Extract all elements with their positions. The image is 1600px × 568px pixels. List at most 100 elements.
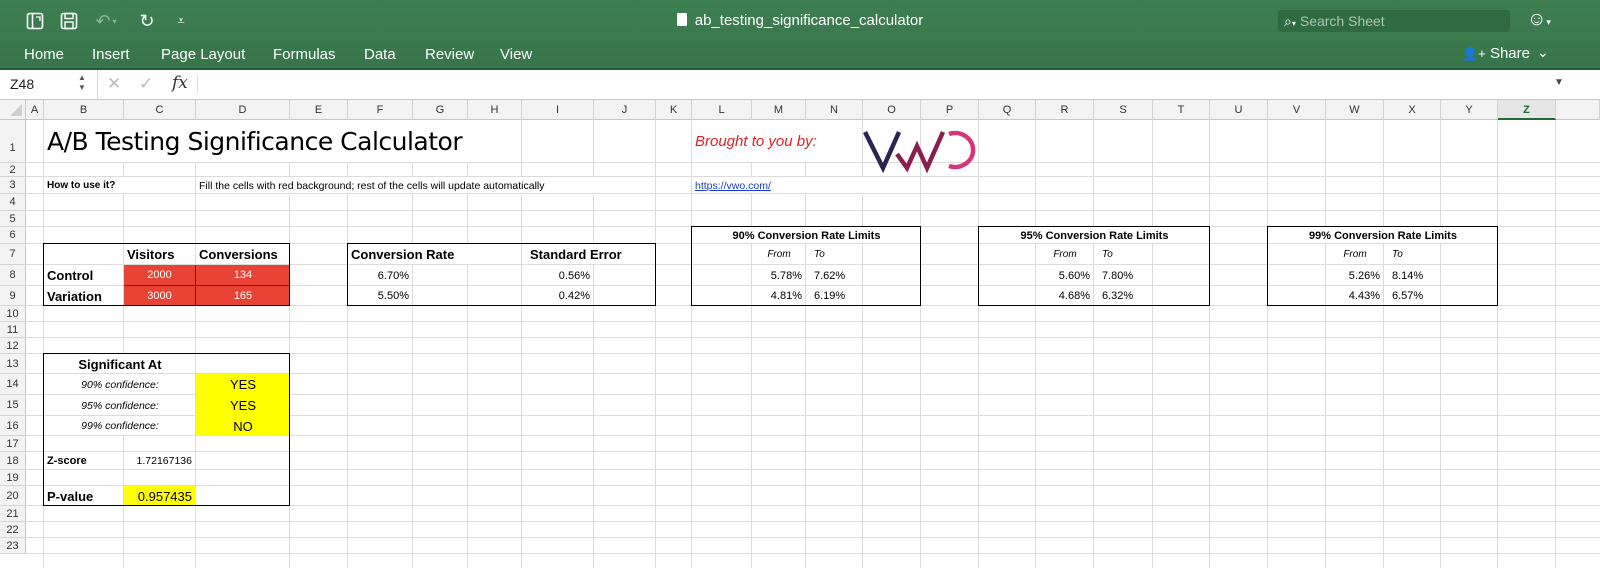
- standard-error-header[interactable]: Standard Error: [522, 244, 656, 265]
- limit-to-value[interactable]: 7.80%: [1094, 265, 1153, 286]
- limit-to-value[interactable]: 6.32%: [1094, 286, 1153, 306]
- input-row-label[interactable]: Variation: [44, 286, 124, 306]
- from-header-text: From: [1053, 249, 1077, 260]
- tab-review[interactable]: Review: [425, 46, 474, 63]
- tab-insert[interactable]: Insert: [92, 46, 130, 63]
- tab-data[interactable]: Data: [364, 46, 396, 63]
- limits-1-title[interactable]: 95% Conversion Rate Limits: [979, 227, 1210, 244]
- how-to-label[interactable]: How to use it?: [44, 177, 196, 194]
- undo-icon[interactable]: ↶ ▾: [91, 10, 121, 32]
- zscore-label[interactable]: Z-score: [44, 452, 124, 470]
- how-to-instructions[interactable]: Fill the cells with red background; rest…: [196, 177, 656, 194]
- to-header[interactable]: To: [1094, 244, 1153, 265]
- confidence-label[interactable]: 90% confidence:: [44, 374, 196, 395]
- limit-from-value[interactable]: 4.43%: [1326, 286, 1384, 306]
- conversion-rate-value[interactable]: 5.50%: [348, 286, 413, 306]
- from-header[interactable]: From: [752, 244, 806, 265]
- tab-page-layout[interactable]: Page Layout: [161, 46, 245, 63]
- visitors-input[interactable]: 3000: [124, 286, 196, 306]
- limit-to-value[interactable]: 6.57%: [1384, 286, 1441, 306]
- name-box[interactable]: Z48: [10, 76, 34, 92]
- pvalue-label[interactable]: P-value: [44, 486, 124, 506]
- search-sheet-input[interactable]: ⌕▾ Search Sheet: [1278, 10, 1510, 32]
- share-label: Share: [1489, 45, 1530, 62]
- standard-error-value[interactable]: 0.42%: [522, 286, 594, 306]
- confidence-result[interactable]: YES: [196, 374, 290, 395]
- limits-0-title[interactable]: 90% Conversion Rate Limits: [692, 227, 921, 244]
- spreadsheet-grid[interactable]: ABCDEFGHIJKLMNOPQRSTUVWXYZ 1 2 3 4 5 6 7 8 9 10 11…: [0, 100, 1600, 568]
- confidence-result-text: YES: [229, 398, 256, 413]
- vwo-logo-icon: [862, 130, 976, 174]
- confidence-label-text: 99% confidence:: [81, 420, 159, 432]
- conversions-input[interactable]: 165: [196, 286, 290, 306]
- limit-from-value[interactable]: 5.26%: [1326, 265, 1384, 286]
- name-box-stepper-icon[interactable]: ▲ ▼: [78, 73, 86, 93]
- limit-to-value-text: 7.80%: [1102, 269, 1134, 282]
- brought-to-you-by[interactable]: Brought to you by:: [692, 120, 863, 163]
- document-title-text: ab_testing_significance_calculator: [694, 12, 924, 29]
- standard-error-value[interactable]: 0.56%: [522, 265, 594, 286]
- formula-input[interactable]: [205, 76, 1545, 94]
- confidence-result[interactable]: NO: [196, 416, 290, 436]
- divider: [97, 70, 98, 99]
- to-header[interactable]: To: [806, 244, 863, 265]
- limit-from-value[interactable]: 4.68%: [1036, 286, 1094, 306]
- pvalue-value[interactable]: 0.957435: [124, 486, 196, 506]
- from-header[interactable]: From: [1326, 244, 1384, 265]
- conversion-rate-value[interactable]: 6.70%: [348, 265, 413, 286]
- zscore-value[interactable]: 1.72167136: [124, 452, 196, 470]
- confidence-result-text: YES: [229, 377, 256, 392]
- save-icon[interactable]: [58, 10, 80, 32]
- expand-formula-bar-icon[interactable]: ▼: [1554, 77, 1564, 88]
- pvalue-label-text: P-value: [47, 488, 94, 504]
- limit-from-value[interactable]: 5.60%: [1036, 265, 1094, 286]
- formula-bar: Z48 ▲ ▼ ✕ ✓ fx ▼: [0, 70, 1600, 100]
- confidence-label[interactable]: 95% confidence:: [44, 395, 196, 416]
- enter-check-icon[interactable]: ✓: [139, 74, 153, 94]
- from-header-text: From: [767, 249, 791, 260]
- standard-error-value-text: 0.56%: [558, 269, 590, 282]
- input-row-label-text: Variation: [47, 288, 102, 304]
- from-header[interactable]: From: [1036, 244, 1094, 265]
- to-header[interactable]: To: [1384, 244, 1441, 265]
- conversions-input[interactable]: 134: [196, 265, 290, 286]
- limit-to-value[interactable]: 6.19%: [806, 286, 863, 306]
- visitors-header-text: Visitors: [127, 247, 175, 262]
- conversion-rate-value-text: 5.50%: [377, 290, 409, 302]
- to-header-text: To: [814, 249, 825, 260]
- significant-at-header[interactable]: Significant At: [44, 354, 196, 374]
- share-button[interactable]: 👤+ Share: [1462, 45, 1530, 62]
- limit-to-value[interactable]: 8.14%: [1384, 265, 1441, 286]
- redo-icon[interactable]: ↻: [136, 10, 158, 32]
- visitors-input-text: 3000: [147, 289, 172, 302]
- tab-formulas[interactable]: Formulas: [273, 46, 336, 63]
- how-to-label-text: How to use it?: [47, 180, 116, 191]
- input-row-label[interactable]: Control: [44, 265, 124, 286]
- confidence-label[interactable]: 99% confidence:: [44, 416, 196, 436]
- limits-2-title[interactable]: 99% Conversion Rate Limits: [1268, 227, 1498, 244]
- tab-home[interactable]: Home: [24, 46, 64, 63]
- sheet-title-text: A/B Testing Significance Calculator: [47, 127, 463, 156]
- feedback-smiley-icon[interactable]: ☺▾: [1527, 9, 1551, 31]
- visitors-input-text: 2000: [147, 269, 172, 281]
- confidence-result-text: NO: [233, 418, 253, 434]
- limit-to-value-text: 6.32%: [1102, 290, 1134, 302]
- vwo-link[interactable]: https://vwo.com/: [692, 177, 921, 194]
- sheet-title[interactable]: A/B Testing Significance Calculator: [44, 120, 522, 163]
- visitors-input[interactable]: 2000: [124, 265, 196, 286]
- sidebar-icon[interactable]: [24, 10, 46, 32]
- from-header-text: From: [1343, 249, 1367, 260]
- limit-to-value[interactable]: 7.62%: [806, 265, 863, 286]
- limit-from-value[interactable]: 4.81%: [752, 286, 806, 306]
- confidence-result[interactable]: YES: [196, 395, 290, 416]
- conversions-header[interactable]: Conversions: [196, 244, 290, 265]
- tab-view[interactable]: View: [500, 46, 532, 63]
- customize-toolbar-icon[interactable]: ⩡: [170, 10, 192, 32]
- limit-from-value[interactable]: 5.78%: [752, 265, 806, 286]
- chevron-down-icon[interactable]: ⌄: [1537, 44, 1549, 61]
- cancel-icon[interactable]: ✕: [107, 74, 121, 94]
- conversion-rate-header[interactable]: Conversion Rate: [348, 244, 522, 265]
- to-header-text: To: [1392, 249, 1403, 260]
- insert-function-icon[interactable]: fx: [172, 73, 188, 93]
- visitors-header[interactable]: Visitors: [124, 244, 196, 265]
